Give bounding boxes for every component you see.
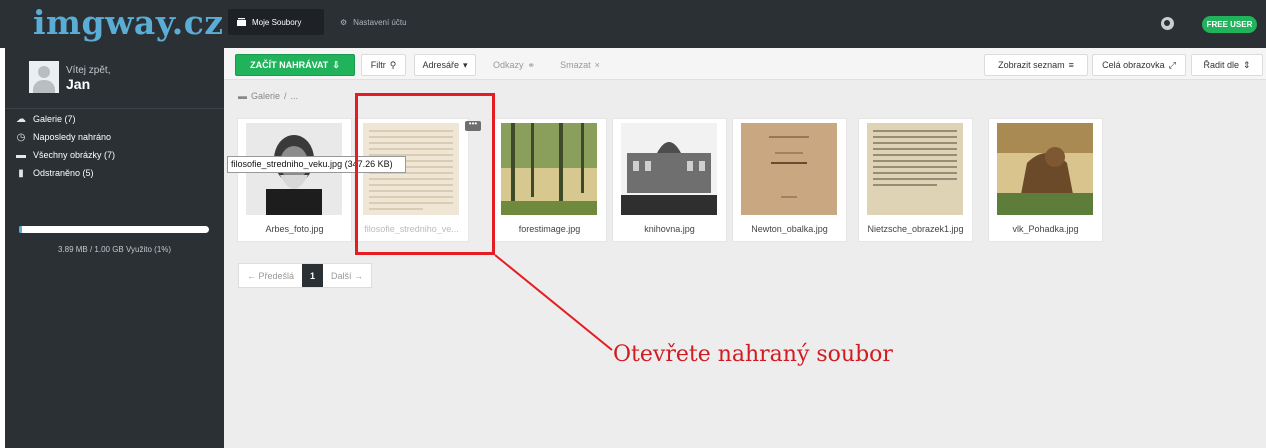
annotation-arrow-line — [494, 254, 613, 351]
annotation-label: Otevřete nahraný soubor — [613, 342, 893, 367]
